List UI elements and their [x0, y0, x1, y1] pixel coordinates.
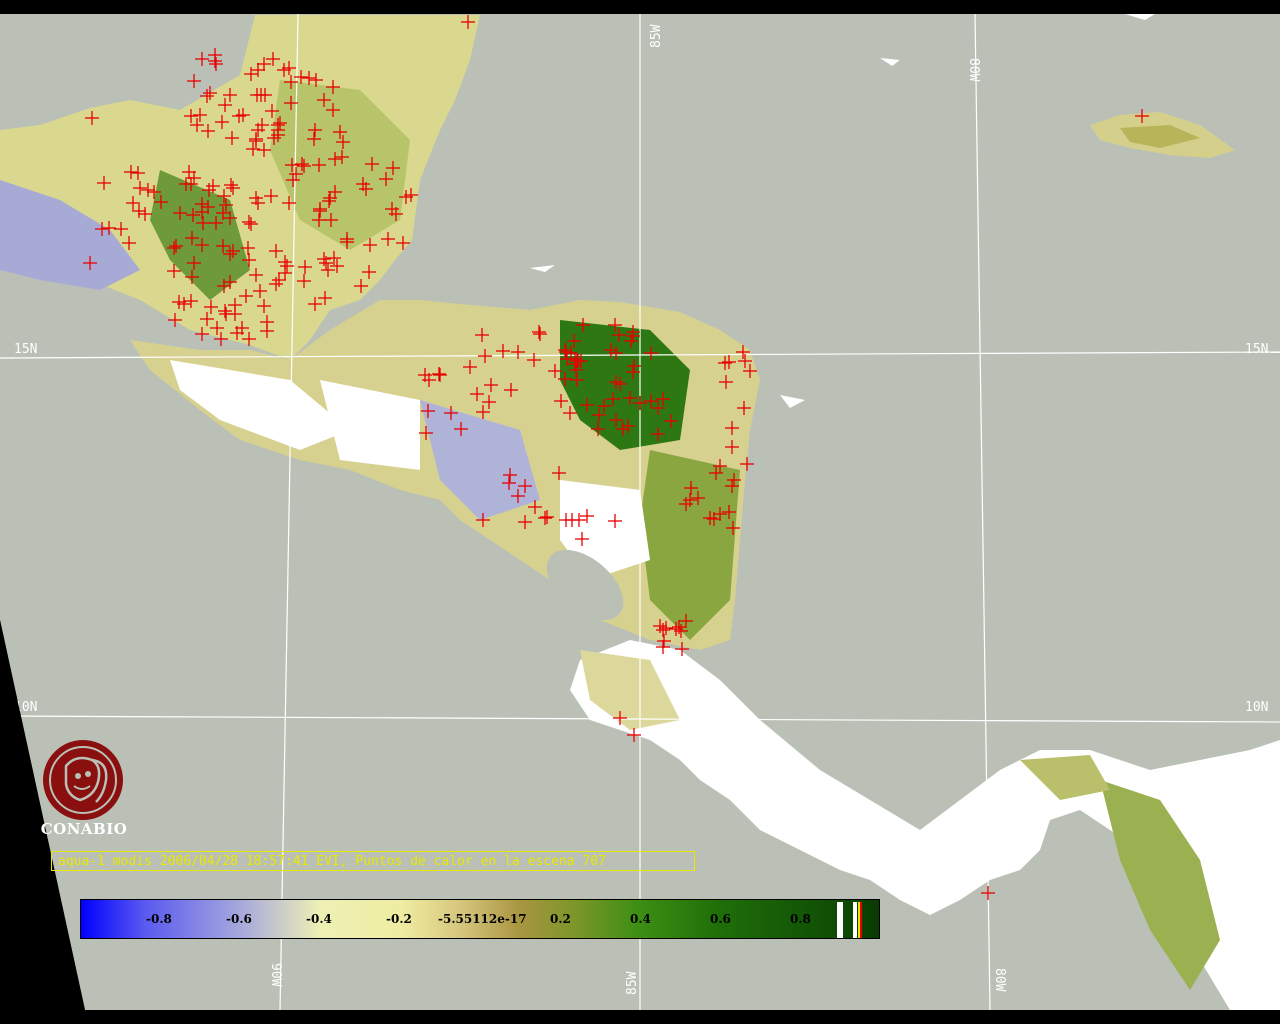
colorbar-label: 0.6: [710, 912, 731, 926]
colorbar-red-marker: [860, 902, 862, 938]
lon-90w-bottom-label: 90W: [268, 963, 283, 987]
colorbar-label: -0.4: [306, 912, 332, 926]
colorbar-label: 0.8: [790, 912, 811, 926]
conabio-logo-text: CONABIO: [40, 820, 128, 838]
lat-15n-right-label: 15N: [1245, 342, 1268, 357]
colorbar-label: -0.8: [146, 912, 172, 926]
top-black-band: [0, 0, 1280, 14]
colorbar-label: 0.2: [550, 912, 571, 926]
lon-80w-top-label: 80W: [966, 58, 981, 82]
colorbar-label: 0.4: [630, 912, 651, 926]
colorbar-label: -0.6: [226, 912, 252, 926]
lon-85w-top-label: 85W: [649, 24, 664, 48]
bottom-black-band: [0, 1010, 1280, 1024]
scene-caption: aqua-1 modis 2006/04/28 18:57:41 EVI, Pu…: [51, 851, 695, 871]
lon-80w-bottom-label: 80W: [992, 968, 1007, 992]
lon-85w-bottom-label: 85W: [625, 971, 640, 995]
lat-15n-left-label: 15N: [14, 342, 37, 357]
colorbar-label: -5.55112e-17: [438, 912, 527, 926]
colorbar-white-marker: [837, 902, 843, 938]
colorbar-cloud-marker: [853, 902, 857, 938]
lat-10n-right-label: 10N: [1245, 700, 1268, 715]
colorbar-label: -0.2: [386, 912, 412, 926]
